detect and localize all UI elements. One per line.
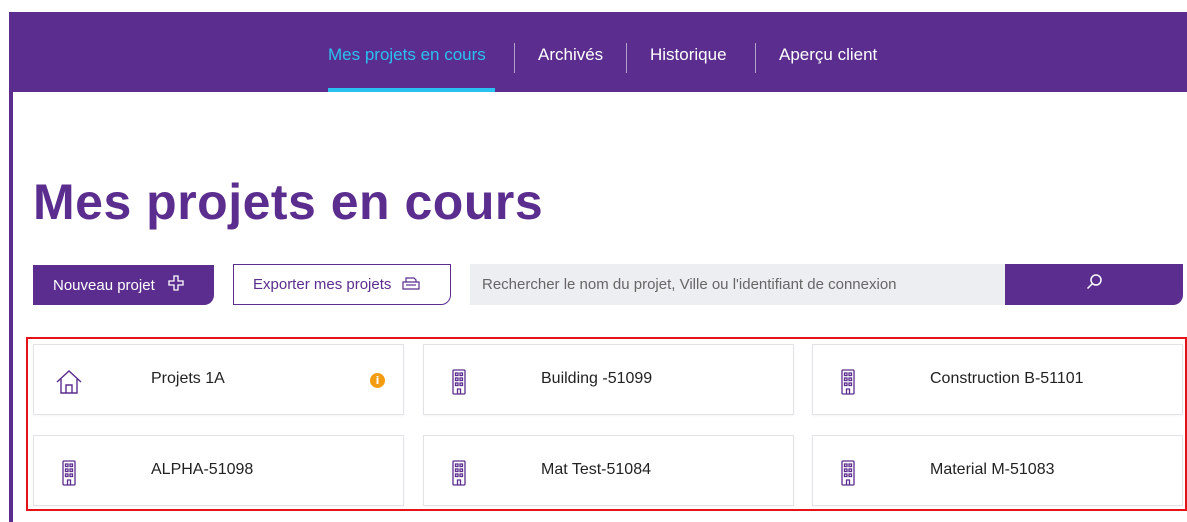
project-name: Construction B-51101 xyxy=(930,370,1084,387)
project-card[interactable]: Projets 1A i xyxy=(33,344,404,415)
nav-separator xyxy=(514,43,515,73)
project-name: ALPHA-51098 xyxy=(151,461,254,478)
search-input[interactable] xyxy=(470,264,1005,305)
house-icon xyxy=(54,365,84,399)
top-navigation: Mes projets en cours Archivés Historique… xyxy=(9,12,1187,92)
building-icon xyxy=(833,365,863,399)
project-card[interactable]: ALPHA-51098 xyxy=(33,435,404,506)
project-card[interactable]: Mat Test-51084 xyxy=(423,435,794,506)
building-icon xyxy=(444,365,474,399)
export-projects-button[interactable]: Exporter mes projets xyxy=(233,264,451,305)
project-card[interactable]: Building -51099 xyxy=(423,344,794,415)
page-title: Mes projets en cours xyxy=(33,174,544,230)
active-tab-indicator xyxy=(328,88,495,92)
search-icon xyxy=(1085,273,1103,296)
project-name: Projets 1A xyxy=(151,370,225,387)
tab-apercu-client[interactable]: Aperçu client xyxy=(779,45,877,67)
new-project-button[interactable]: Nouveau projet xyxy=(33,265,214,305)
project-card[interactable]: Construction B-51101 xyxy=(812,344,1183,415)
building-icon xyxy=(833,456,863,490)
tab-mes-projets-en-cours[interactable]: Mes projets en cours xyxy=(328,45,486,67)
nav-separator xyxy=(755,43,756,73)
info-icon[interactable]: i xyxy=(370,373,385,388)
export-label: Exporter mes projets xyxy=(253,276,392,293)
tab-historique[interactable]: Historique xyxy=(650,45,727,67)
nav-separator xyxy=(626,43,627,73)
printer-icon xyxy=(401,275,421,295)
plus-icon xyxy=(167,274,185,296)
tab-archives[interactable]: Archivés xyxy=(538,45,603,67)
new-project-label: Nouveau projet xyxy=(53,276,155,294)
project-name: Material M-51083 xyxy=(930,461,1055,478)
building-icon xyxy=(54,456,84,490)
search-button[interactable] xyxy=(1005,264,1183,305)
project-card[interactable]: Material M-51083 xyxy=(812,435,1183,506)
building-icon xyxy=(444,456,474,490)
project-name: Mat Test-51084 xyxy=(541,461,651,478)
project-name: Building -51099 xyxy=(541,370,653,387)
